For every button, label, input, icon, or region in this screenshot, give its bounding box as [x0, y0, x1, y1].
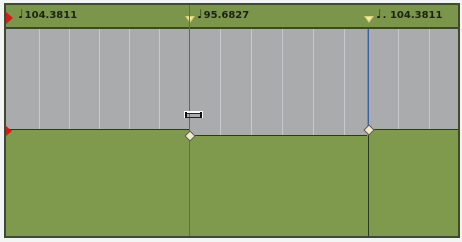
- tempo-segment-1: [6, 29, 189, 129]
- tempo-line-3: [368, 129, 458, 130]
- tempo-marker-3[interactable]: ♩. 104.3811: [376, 7, 443, 21]
- start-marker-flag-icon: [6, 12, 13, 24]
- tempo-marker-2-value: 95.6827: [203, 10, 250, 21]
- tempo-marker-1[interactable]: ♩104.3811: [18, 7, 78, 21]
- tempo-fill-2: [190, 135, 367, 236]
- tempo-track-panel: ♩104.3811 ♩95.6827 ♩. 104.3811: [4, 3, 460, 238]
- tempo-line-2: [190, 135, 367, 136]
- tempo-line-1: [6, 129, 189, 130]
- tempo-marker-triangle-icon[interactable]: [364, 16, 374, 23]
- quarter-note-icon: ♩: [197, 7, 203, 21]
- tempo-marker-2[interactable]: ♩95.6827: [197, 7, 250, 21]
- tempo-segment-2: [190, 29, 367, 135]
- quarter-note-icon: ♩: [18, 7, 24, 21]
- segment-divider: [368, 129, 369, 236]
- tempo-ruler[interactable]: ♩104.3811 ♩95.6827 ♩. 104.3811: [6, 5, 458, 29]
- quarter-note-icon: ♩: [376, 7, 382, 21]
- playhead-line[interactable]: [189, 5, 190, 236]
- tempo-fill-1: [6, 129, 189, 236]
- tempo-graph-area[interactable]: [6, 29, 458, 236]
- trim-cursor-icon: [184, 111, 203, 118]
- tempo-editor-frame: ♩104.3811 ♩95.6827 ♩. 104.3811: [0, 0, 462, 242]
- left-edge-arrow-icon: [6, 126, 12, 136]
- tempo-marker-1-value: 104.3811: [24, 10, 78, 21]
- tempo-marker-3-value: . 104.3811: [382, 10, 443, 21]
- tempo-marker-triangle-icon[interactable]: [185, 16, 195, 23]
- tempo-segment-3: [368, 29, 458, 129]
- tempo-fill-3: [368, 129, 458, 236]
